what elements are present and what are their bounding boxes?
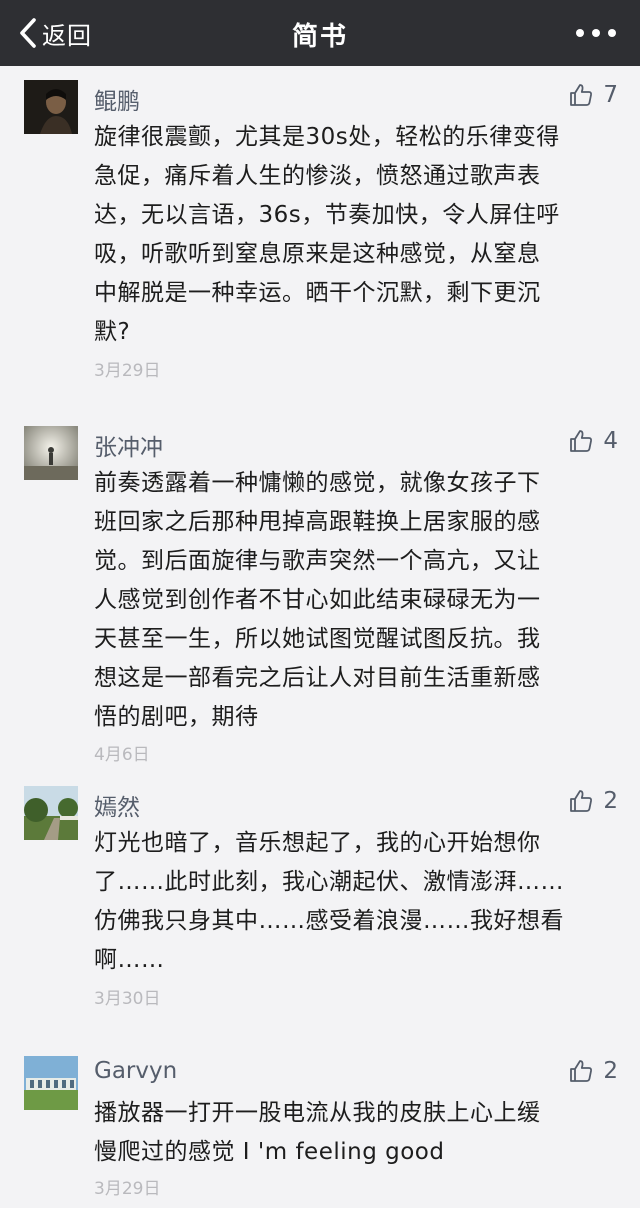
comment-username[interactable]: 嫣然: [94, 788, 140, 822]
thumbs-up-icon: [569, 83, 593, 107]
comment-line: 前奏透露着一种慵懒的感觉，就像女孩子下: [94, 470, 541, 496]
comment-text: 前奏透露着一种慵懒的感觉，就像女孩子下 班回家之后那种甩掉高跟鞋换上居家服的感 …: [94, 464, 614, 737]
like-count: 2: [603, 1058, 618, 1084]
avatar[interactable]: [24, 786, 78, 840]
comment-line: 急促，痛斥着人生的惨淡，愤怒通过歌声表: [94, 163, 541, 189]
comment-line: 觉。到后面旋律与歌声突然一个高亢，又让: [94, 548, 541, 574]
thumbs-up-icon: [569, 429, 593, 453]
more-dots-icon: [576, 29, 584, 37]
comment-line: 默?: [94, 319, 131, 345]
nav-bar: 返回 简书: [0, 0, 640, 66]
comment-date: 3月29日: [94, 361, 161, 381]
comment-username[interactable]: 张冲冲: [94, 428, 163, 462]
like-button[interactable]: 2: [569, 1058, 618, 1084]
like-count: 4: [603, 428, 618, 454]
comment-username[interactable]: Garvyn: [94, 1058, 177, 1084]
more-button[interactable]: [576, 24, 616, 42]
like-button[interactable]: 2: [569, 788, 618, 814]
comment-line: 旋律很震颤，尤其是30s处，轻松的乐律变得: [94, 124, 560, 150]
comment-line: 天甚至一生，所以她试图觉醒试图反抗。我: [94, 626, 541, 652]
comment-date: 4月6日: [94, 745, 150, 765]
avatar[interactable]: [24, 426, 78, 480]
comment-line: 仿佛我只身其中……感受着浪漫……我好想看: [94, 908, 564, 934]
thumbs-up-icon: [569, 1059, 593, 1083]
comment-line: 灯光也暗了，音乐想起了，我的心开始想你: [94, 830, 541, 856]
comment-line: 吸，听歌听到窒息原来是这种感觉，从窒息: [94, 241, 541, 267]
comment-text: 灯光也暗了，音乐想起了，我的心开始想你 了……此时此刻，我心潮起伏、激情澎湃………: [94, 824, 614, 980]
like-button[interactable]: 4: [569, 428, 618, 454]
comment-line: 中解脱是一种幸运。晒干个沉默，剩下更沉: [94, 280, 541, 306]
comment-date: 3月30日: [94, 989, 161, 1009]
avatar[interactable]: [24, 80, 78, 134]
comment-date: 3月29日: [94, 1179, 161, 1199]
comment-line: 班回家之后那种甩掉高跟鞋换上居家服的感: [94, 509, 541, 535]
comment-line: 达，无以言语，36s，节奏加快，令人屏住呼: [94, 202, 560, 228]
comment-line: 了……此时此刻，我心潮起伏、激情澎湃……: [94, 869, 564, 895]
comment-line: 悟的剧吧，期待: [94, 704, 259, 730]
like-count: 2: [603, 788, 618, 814]
like-count: 7: [603, 82, 618, 108]
comment-line: 慢爬过的感觉 I 'm feeling good: [94, 1139, 445, 1165]
like-button[interactable]: 7: [569, 82, 618, 108]
page-title: 简书: [291, 22, 348, 52]
comment-text: 旋律很震颤，尤其是30s处，轻松的乐律变得 急促，痛斥着人生的惨淡，愤怒通过歌声…: [94, 118, 614, 352]
thumbs-up-icon: [569, 789, 593, 813]
more-dot: [608, 29, 616, 37]
comment-line: 播放器一打开一股电流从我的皮肤上心上缓: [94, 1100, 541, 1126]
comment-line: 想这是一部看完之后让人对目前生活重新感: [94, 665, 541, 691]
more-dot: [592, 29, 600, 37]
comment-username[interactable]: 鲲鹏: [94, 82, 140, 116]
avatar[interactable]: [24, 1056, 78, 1110]
comment-line: 人感觉到创作者不甘心如此结束碌碌无为一: [94, 587, 541, 613]
comment-text: 播放器一打开一股电流从我的皮肤上心上缓 慢爬过的感觉 I 'm feeling …: [94, 1094, 614, 1172]
comment-line: 啊……: [94, 947, 165, 973]
